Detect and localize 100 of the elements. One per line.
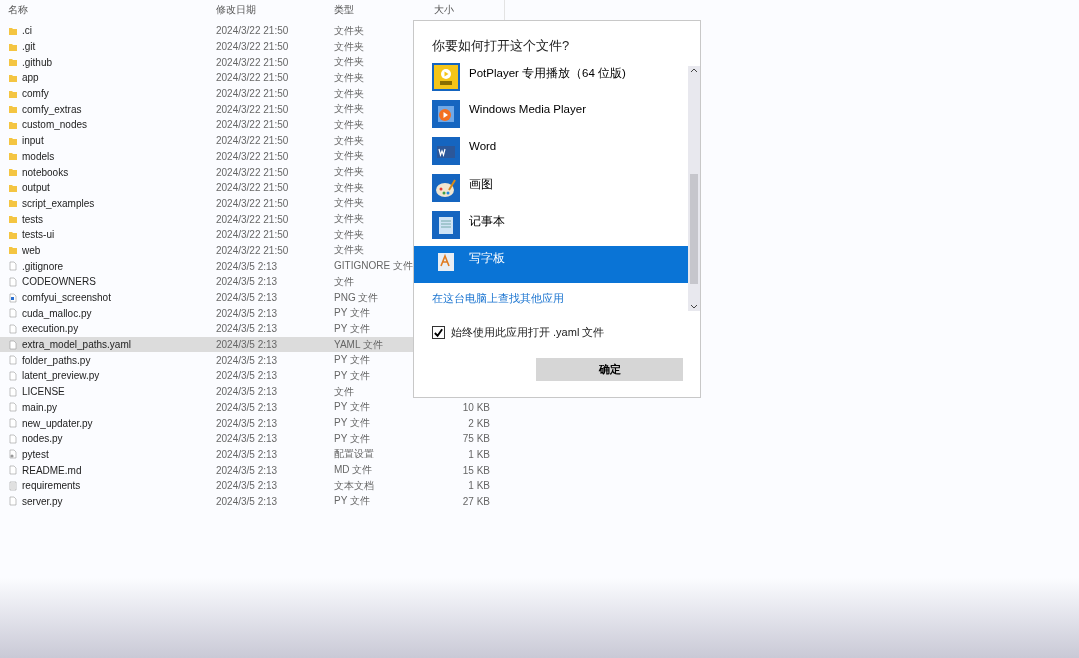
file-icon (8, 370, 18, 381)
more-apps-link[interactable]: 在这台电脑上查找其他应用 (432, 291, 564, 306)
folder-icon (8, 245, 18, 256)
file-date: 2024/3/22 21:50 (216, 213, 290, 225)
file-icon (8, 418, 18, 429)
file-date: 2024/3/22 21:50 (216, 150, 290, 162)
app-name: Word (469, 139, 497, 154)
file-size: 10 KB (461, 401, 490, 413)
file-type: 文件夹 (334, 133, 365, 148)
file-type: 文件 (334, 384, 355, 399)
checkbox[interactable] (432, 326, 445, 339)
file-row[interactable]: requirements 2024/3/5 2:13 文本文档 1 KB (0, 477, 505, 494)
file-type: 文件夹 (334, 165, 365, 180)
file-size: 1 KB (467, 448, 490, 460)
file-type: 文件 (334, 274, 355, 289)
file-date: 2024/3/22 21:50 (216, 88, 290, 100)
image-file-icon (8, 292, 18, 303)
file-date: 2024/3/22 21:50 (216, 166, 290, 178)
file-type: PY 文件 (334, 353, 371, 368)
column-header[interactable]: 修改日期 (216, 3, 334, 17)
file-date: 2024/3/5 2:13 (216, 370, 279, 382)
file-name: .gitignore (22, 260, 64, 272)
file-date: 2024/3/22 21:50 (216, 244, 290, 256)
file-date: 2024/3/22 21:50 (216, 56, 290, 68)
file-date: 2024/3/22 21:50 (216, 72, 290, 84)
file-row[interactable]: main.py 2024/3/5 2:13 PY 文件 10 KB (0, 399, 505, 416)
file-icon (8, 496, 18, 507)
ok-button[interactable]: 确定 (536, 358, 683, 381)
file-name: tests-ui (22, 229, 55, 241)
file-icon (8, 261, 18, 272)
file-date: 2024/3/22 21:50 (216, 119, 290, 131)
file-row[interactable]: pytest 2024/3/5 2:13 配置设置 1 KB (0, 446, 505, 463)
file-icon (8, 433, 18, 444)
folder-icon (8, 104, 18, 115)
file-date: 2024/3/5 2:13 (216, 354, 279, 366)
app-name: 写字板 (469, 251, 505, 266)
file-date: 2024/3/5 2:13 (216, 292, 279, 304)
app-option[interactable]: Word (414, 135, 688, 172)
file-name: comfy_extras (22, 103, 82, 115)
file-date: 2024/3/5 2:13 (216, 323, 279, 335)
file-type: PY 文件 (334, 368, 371, 383)
file-name: main.py (22, 401, 57, 413)
file-icon (8, 465, 18, 476)
scroll-down-icon[interactable] (689, 303, 699, 311)
scrollbar[interactable] (688, 66, 700, 311)
column-header[interactable]: 大小 (430, 3, 494, 17)
palette-icon (432, 174, 460, 202)
file-name: extra_model_paths.yaml (22, 339, 131, 351)
file-row[interactable]: new_updater.py 2024/3/5 2:13 PY 文件 2 KB (0, 415, 505, 431)
file-date: 2024/3/22 21:50 (216, 25, 290, 37)
folder-icon (8, 229, 18, 240)
notepad-icon (432, 211, 460, 239)
file-date: 2024/3/22 21:50 (216, 103, 290, 115)
file-name: requirements (22, 480, 81, 492)
file-row[interactable]: .ci 2024/3/22 21:50 文件夹 (0, 23, 505, 39)
text-file-icon (8, 480, 18, 491)
file-type: PY 文件 (334, 321, 371, 336)
file-name: server.py (22, 495, 63, 507)
file-icon (8, 339, 18, 350)
file-name: new_updater.py (22, 417, 93, 429)
file-type: 文件夹 (334, 149, 365, 164)
scroll-up-icon[interactable] (689, 66, 699, 74)
file-row[interactable]: LICENSE 2024/3/5 2:13 文件 (0, 383, 505, 400)
file-name: nodes.py (22, 433, 63, 445)
file-date: 2024/3/22 21:50 (216, 229, 290, 241)
folder-icon (8, 151, 18, 162)
file-size: 15 KB (461, 464, 490, 476)
file-name: notebooks (22, 166, 69, 178)
file-icon (8, 323, 18, 334)
file-date: 2024/3/5 2:13 (216, 260, 279, 272)
folder-icon (8, 135, 18, 146)
app-name: 记事本 (469, 214, 505, 229)
column-header[interactable]: 类型 (334, 3, 430, 17)
file-type: 文件夹 (334, 243, 365, 258)
app-option[interactable]: 写字板 (414, 246, 688, 283)
column-header[interactable]: 名称 (0, 3, 216, 17)
file-row[interactable]: server.py 2024/3/5 2:13 PY 文件 27 KB (0, 493, 505, 510)
folder-icon (8, 25, 18, 36)
document-icon (432, 137, 460, 165)
play-icon (432, 100, 460, 128)
file-type: PY 文件 (334, 416, 371, 431)
file-date: 2024/3/22 21:50 (216, 135, 290, 147)
app-name: Windows Media Player (469, 102, 586, 117)
file-name: CODEOWNERS (22, 276, 96, 288)
file-name: .github (22, 56, 53, 68)
file-date: 2024/3/5 2:13 (216, 417, 279, 429)
player-icon (432, 63, 460, 91)
file-row[interactable]: latent_preview.py 2024/3/5 2:13 PY 文件 (0, 368, 505, 384)
file-name: cuda_malloc.py (22, 307, 92, 319)
file-name: custom_nodes (22, 119, 88, 131)
file-row[interactable]: cuda_malloc.py 2024/3/5 2:13 PY 文件 (0, 305, 505, 322)
file-name: .ci (22, 25, 32, 37)
file-type: MD 文件 (334, 463, 374, 478)
file-date: 2024/3/5 2:13 (216, 276, 279, 288)
file-type: PY 文件 (334, 306, 371, 321)
file-row[interactable]: folder_paths.py 2024/3/5 2:13 PY 文件 (0, 352, 505, 369)
file-date: 2024/3/5 2:13 (216, 448, 279, 460)
file-row[interactable]: README.md 2024/3/5 2:13 MD 文件 15 KB (0, 462, 505, 478)
file-row[interactable]: nodes.py 2024/3/5 2:13 PY 文件 75 KB (0, 430, 505, 447)
file-name: models (22, 150, 55, 162)
